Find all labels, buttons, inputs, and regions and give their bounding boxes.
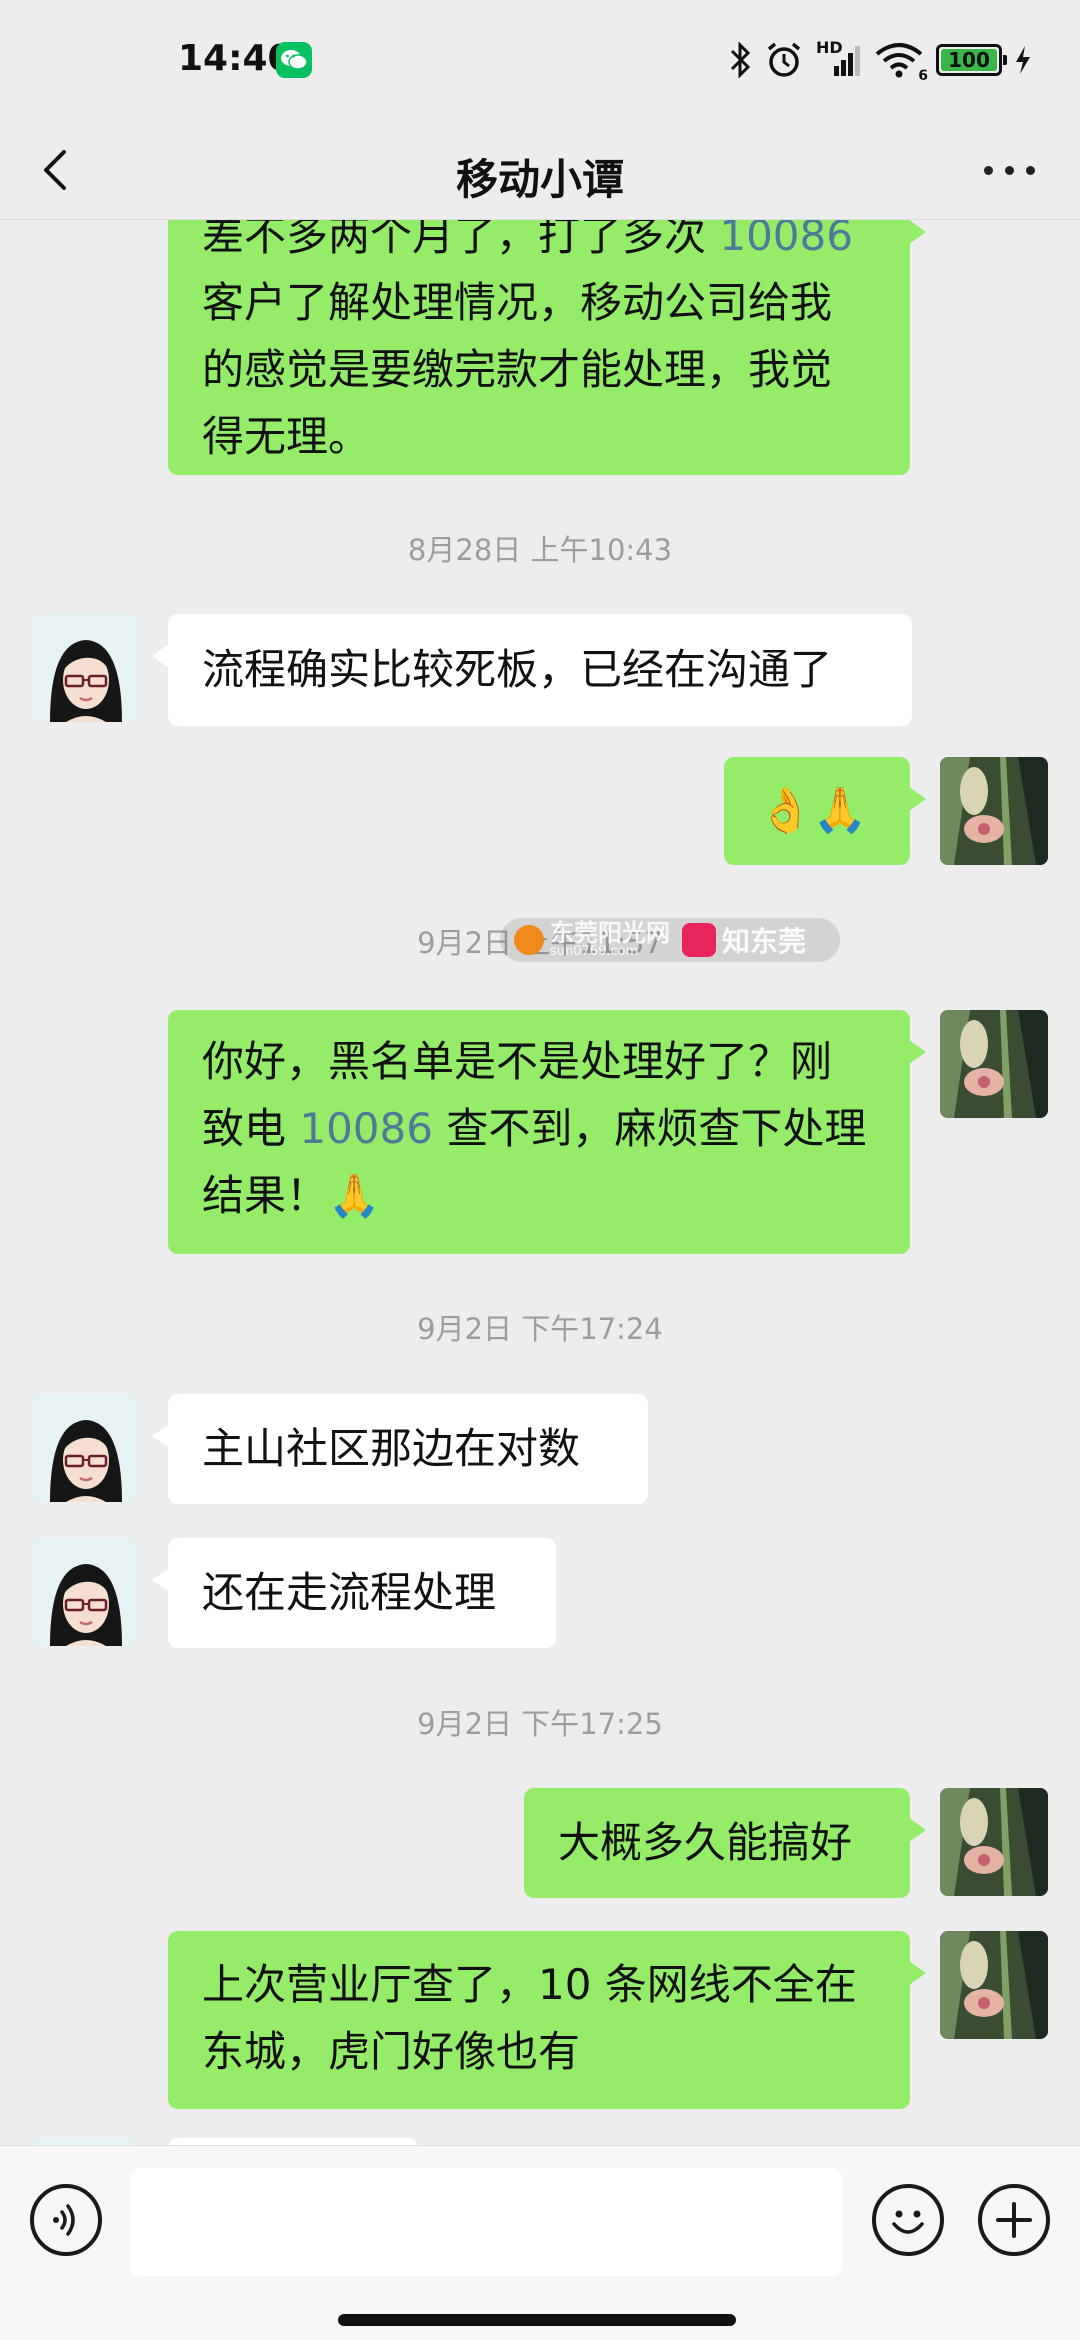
wifi-icon: 6 bbox=[874, 40, 928, 84]
message-bubble-sent[interactable]: 你好，黑名单是不是处理好了？刚 致电 10086 查不到，麻烦查下处理 结果！🙏 bbox=[168, 1010, 926, 1254]
user-avatar[interactable] bbox=[940, 1010, 1048, 1118]
message-line: 差不多两个月了，打了多次 10086 bbox=[202, 220, 876, 269]
chat-message-list[interactable]: 差不多两个月了，打了多次 10086 客户了解处理情况，移动公司给我 的感觉是要… bbox=[0, 220, 1080, 2145]
wechat-icon bbox=[276, 42, 312, 78]
message-bubble-sent[interactable]: 👌🙏 bbox=[724, 757, 926, 865]
home-indicator[interactable] bbox=[338, 2314, 736, 2326]
chat-title: 移动小谭 bbox=[455, 155, 624, 204]
signal-icon: HD bbox=[816, 38, 862, 80]
user-avatar[interactable] bbox=[940, 1931, 1048, 2039]
watermark-overlay: 东莞阳光网 sun0769.com 知东莞 bbox=[500, 918, 840, 962]
more-icon[interactable] bbox=[980, 150, 1040, 190]
watermark-brand1: 东莞阳光网 sun0769.com bbox=[550, 919, 670, 959]
status-bar: 14:40 HD 6 100 bbox=[0, 0, 1080, 120]
chat-header: 移动小谭 bbox=[0, 120, 1080, 220]
message-line: 的感觉是要缴完款才能处理，我觉 bbox=[202, 345, 833, 394]
message-bubble-sent[interactable]: 大概多久能搞好 bbox=[524, 1788, 926, 1898]
message-line: 上次营业厅查了，10 条网线不全在 bbox=[202, 1960, 857, 2009]
message-line: 结果！🙏 bbox=[202, 1171, 381, 1220]
message-line: 你好，黑名单是不是处理好了？刚 bbox=[202, 1037, 833, 1086]
message-timestamp: 8月28日 上午10:43 bbox=[407, 533, 673, 567]
message-bubble-received[interactable]: 还在走流程处理 bbox=[152, 1538, 556, 1648]
phone-number-link[interactable]: 10086 bbox=[299, 1104, 433, 1153]
alarm-icon bbox=[767, 42, 801, 77]
message-timestamp: 9月2日 下午17:25 bbox=[417, 1707, 663, 1741]
plus-icon[interactable] bbox=[978, 2184, 1050, 2256]
wifi-label: 6 bbox=[918, 68, 928, 84]
message-text-input[interactable] bbox=[130, 2168, 842, 2276]
contact-avatar[interactable] bbox=[32, 1394, 140, 1502]
message-bubble-sent[interactable]: 差不多两个月了，打了多次 10086 客户了解处理情况，移动公司给我 的感觉是要… bbox=[168, 220, 926, 475]
contact-avatar[interactable] bbox=[32, 614, 140, 722]
watermark-brand2: 知东莞 bbox=[722, 925, 807, 958]
sun0769-logo-icon bbox=[514, 925, 544, 955]
contact-avatar[interactable] bbox=[32, 2138, 140, 2145]
message-line: 东城，虎门好像也有 bbox=[202, 2027, 581, 2076]
battery-icon: 100 bbox=[936, 44, 1007, 76]
message-bubble-received[interactable]: 流程确实比较死板，已经在沟通了 bbox=[152, 614, 912, 726]
user-avatar[interactable] bbox=[940, 1788, 1048, 1896]
message-line: 致电 10086 查不到，麻烦查下处理 bbox=[202, 1104, 867, 1153]
contact-avatar[interactable] bbox=[32, 1538, 140, 1646]
user-avatar[interactable] bbox=[940, 757, 1048, 865]
phone-number-link[interactable]: 10086 bbox=[719, 220, 853, 260]
battery-level: 100 bbox=[948, 48, 990, 72]
message-line: 得无理。 bbox=[202, 412, 371, 461]
status-icons: HD 6 100 bbox=[728, 38, 1032, 84]
voice-icon[interactable] bbox=[30, 2184, 102, 2256]
message-bubble-received[interactable]: 主山社区那边在对数 bbox=[152, 1394, 648, 1504]
message-input-bar bbox=[0, 2145, 1080, 2340]
emoji-icon[interactable] bbox=[872, 2184, 944, 2256]
zhidongguan-logo-icon bbox=[682, 923, 716, 957]
charging-icon bbox=[1016, 46, 1030, 74]
message-bubble-sent[interactable]: 上次营业厅查了，10 条网线不全在 东城，虎门好像也有 bbox=[168, 1931, 926, 2109]
message-timestamp: 9月2日 下午17:24 bbox=[417, 1312, 663, 1346]
message-bubble-received[interactable] bbox=[168, 2138, 418, 2145]
bluetooth-icon bbox=[730, 42, 751, 78]
message-line: 客户了解处理情况，移动公司给我 bbox=[202, 278, 833, 327]
